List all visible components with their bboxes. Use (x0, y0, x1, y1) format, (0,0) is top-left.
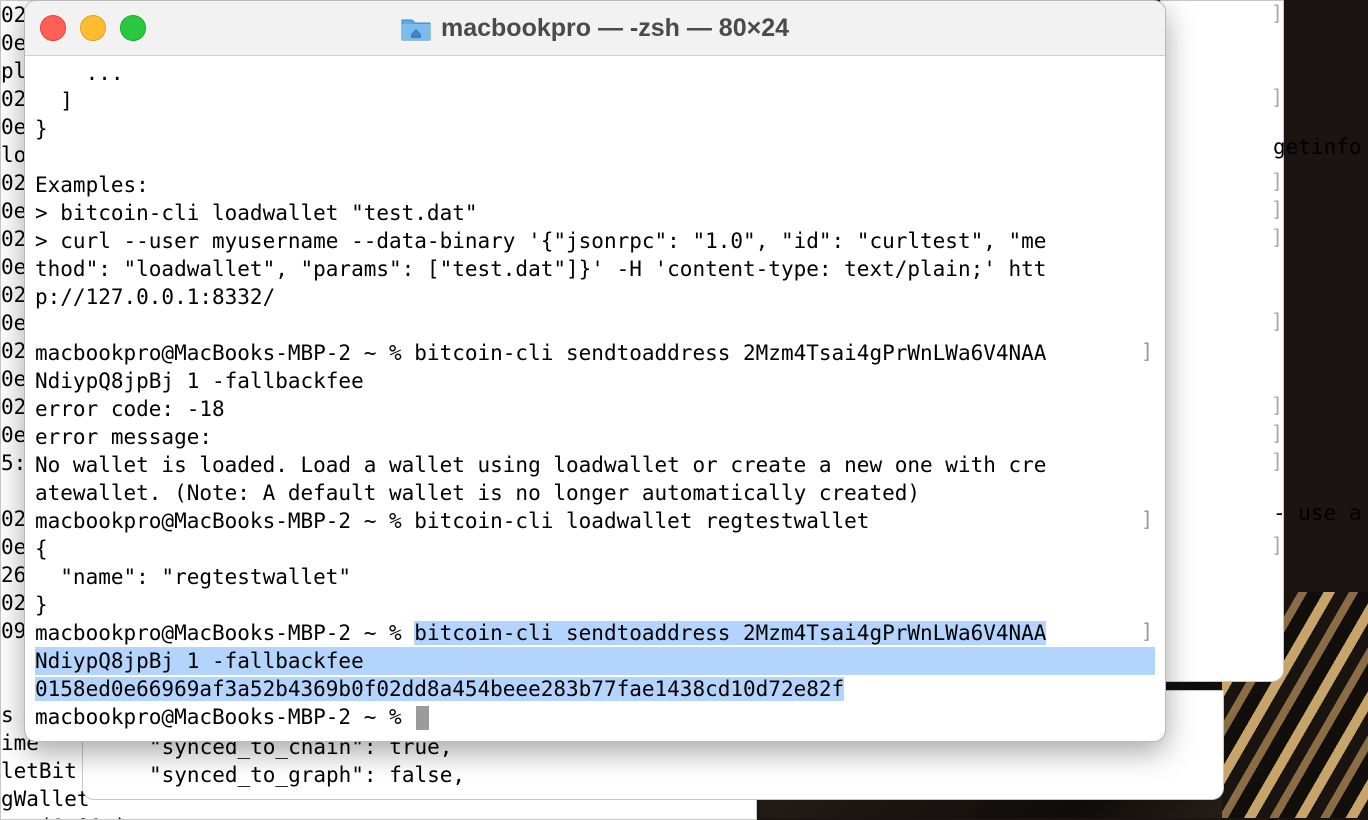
terminal-line: > curl --user myusername --data-binary '… (35, 229, 1047, 253)
terminal-line: { (35, 537, 48, 561)
terminal-line: atewallet. (Note: A default wallet is no… (35, 481, 921, 505)
terminal-line: NdiypQ8jpBj 1 -fallbackfee (35, 369, 364, 393)
terminal-output[interactable]: macbookpro@MacBooks-MBP-2 ~ % bitcoin-cl… (35, 59, 1155, 741)
transaction-id: 0158ed0e66969af3a52b4369b0f02dd8a454beee… (35, 675, 845, 703)
text-cursor (416, 706, 430, 730)
background-text: - use a (1273, 501, 1362, 525)
wrap-bracket: ] (1271, 225, 1284, 249)
terminal-line: } (35, 117, 48, 141)
terminal-line: thod": "loadwallet", "params": ["test.da… (35, 257, 1047, 281)
terminal-line: error code: -18 (35, 397, 225, 421)
wrap-bracket: ] (1271, 309, 1284, 333)
terminal-line: error message: (35, 425, 213, 449)
selected-command-text[interactable]: bitcoin-cli sendtoaddress 2Mzm4Tsai4gPrW… (414, 621, 1047, 645)
prompt: macbookpro@MacBooks-MBP-2 ~ % (35, 621, 415, 645)
terminal-line: } (35, 593, 48, 617)
wrap-bracket: ] (1271, 169, 1284, 193)
command-line: macbookpro@MacBooks-MBP-2 ~ % bitcoin-cl… (35, 619, 1047, 647)
command-line-continued: NdiypQ8jpBj 1 -fallbackfee (35, 647, 1155, 675)
terminal-line: > bitcoin-cli loadwallet "test.dat" (35, 201, 478, 225)
background-text: gWallet (1, 787, 90, 811)
wrap-bracket: ] (1271, 449, 1284, 473)
terminal-line: "name": "regtestwallet" (35, 565, 352, 589)
prompt: macbookpro@MacBooks-MBP-2 ~ % (35, 705, 415, 729)
window-title: macbookpro — -zsh — 80×24 (440, 13, 790, 42)
terminal-line: ... (35, 61, 124, 85)
terminal-window[interactable]: macbookpro — -zsh — 80×24 macbookpro@Mac… (24, 0, 1166, 742)
background-text: "synced_to_graph": false, (149, 763, 466, 787)
background-text: getinfo (1273, 135, 1362, 159)
title-bar[interactable]: macbookpro — -zsh — 80×24 (25, 1, 1165, 56)
terminal-line: No wallet is loaded. Load a wallet using… (35, 453, 1047, 477)
wrap-bracket: ] (1271, 533, 1284, 557)
home-folder-icon (401, 16, 431, 41)
wrap-bracket: ] (1140, 339, 1153, 363)
wrap-bracket: ] (1140, 619, 1153, 643)
wrap-bracket: ] (1271, 1, 1284, 25)
background-text: 26 (1, 563, 27, 587)
terminal-line: p://127.0.0.1:8332/ (35, 285, 276, 309)
wrap-bracket: ] (1271, 197, 1284, 221)
terminal-line: macbookpro@MacBooks-MBP-2 ~ % bitcoin-cl… (35, 509, 870, 533)
background-terminal-right[interactable]: getinfo - use a ] ] ] ] ] ] ] ] ] ] (1160, 0, 1362, 682)
current-prompt-line[interactable]: macbookpro@MacBooks-MBP-2 ~ % (35, 703, 430, 731)
terminal-line: Examples: (35, 173, 149, 197)
wrap-bracket: ] (1140, 507, 1153, 531)
background-text: letBit (1, 759, 77, 783)
terminal-line: macbookpro@MacBooks-MBP-2 ~ % bitcoin-cl… (35, 341, 1047, 365)
terminal-line: ] (35, 89, 73, 113)
selected-txid-text[interactable]: 0158ed0e66969af3a52b4369b0f02dd8a454beee… (35, 677, 845, 701)
wrap-bracket: ] (1271, 85, 1284, 109)
wrap-bracket: ] (1271, 421, 1284, 445)
selected-command-text[interactable]: NdiypQ8jpBj 1 -fallbackfee (35, 647, 1155, 675)
wrap-bracket: ] (1271, 393, 1284, 417)
